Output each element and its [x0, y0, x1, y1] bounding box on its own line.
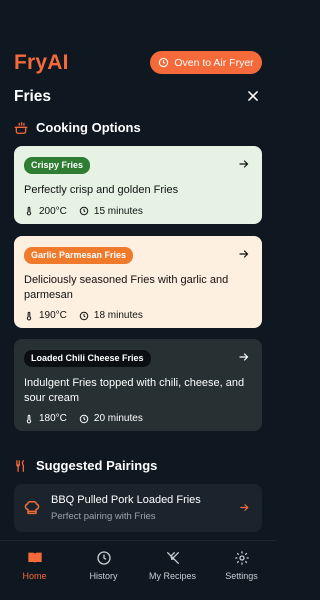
nav-item-settings[interactable]: Settings [207, 541, 276, 600]
pairing-subtitle: Perfect pairing with Fries [51, 511, 156, 522]
cooking-option-card[interactable]: Loaded Chili Cheese Fries Indulgent Frie… [14, 339, 262, 431]
option-badge: Crispy Fries [24, 157, 91, 174]
gear-icon [234, 551, 249, 565]
option-badge: Loaded Chili Cheese Fries [24, 350, 151, 367]
suggested-pairings-title: Suggested Pairings [36, 458, 158, 473]
nav-label: History [89, 571, 118, 581]
option-badge: Garlic Parmesan Fries [24, 247, 134, 264]
nav-label: Home [22, 571, 47, 581]
nav-item-history[interactable]: History [69, 541, 138, 600]
nav-item-my-recipes[interactable]: My Recipes [138, 541, 207, 600]
timer-icon [159, 57, 169, 68]
chef-hat-icon [24, 500, 40, 515]
utensils-crossed-icon [166, 552, 179, 564]
option-temperature: 200°C [39, 205, 67, 217]
arrow-right-icon [239, 160, 249, 168]
arrow-right-icon [240, 504, 249, 511]
cooking-option-card[interactable]: Crispy Fries Perfectly crisp and golden … [14, 146, 262, 224]
nav-label: My Recipes [148, 571, 196, 581]
option-time: 18 minutes [93, 310, 143, 321]
pairing-card[interactable]: BBQ Pulled Pork Loaded Fries Perfect pai… [14, 484, 262, 532]
close-icon[interactable] [246, 89, 260, 103]
option-description: Perfectly crisp and golden Fries [24, 184, 179, 196]
option-meta: 180°C 20 minutes [24, 413, 252, 424]
app-brand: FryAI [14, 51, 69, 74]
page-title: Fries [14, 88, 52, 105]
thermometer-icon [26, 206, 32, 216]
option-meta: 200°C 15 minutes [24, 206, 252, 217]
nav-label: Settings [225, 571, 258, 581]
option-meta: 190°C 18 minutes [24, 310, 252, 321]
clock-icon [96, 551, 111, 565]
utensils-icon [16, 459, 24, 472]
option-temperature: 190°C [39, 310, 67, 321]
thermometer-icon [26, 311, 32, 320]
clock-icon [79, 311, 89, 320]
option-time: 20 minutes [93, 413, 143, 424]
cooking-options-header: Cooking Options [14, 120, 141, 135]
option-temperature: 180°C [39, 413, 67, 424]
clock-icon [79, 414, 89, 423]
bottom-nav: Home History My Recipes Settings [0, 540, 276, 600]
arrow-right-icon [239, 353, 249, 361]
thermometer-icon [26, 414, 32, 423]
book-icon [27, 552, 42, 564]
suggested-pairings-header: Suggested Pairings [14, 458, 157, 473]
option-time: 15 minutes [93, 205, 143, 217]
cooking-pot-icon [14, 121, 28, 134]
nav-item-home[interactable]: Home [0, 541, 69, 600]
cooking-options-title: Cooking Options [36, 120, 141, 135]
option-description: Deliciously seasoned Fries with garlic a… [24, 274, 229, 301]
pairing-title: BBQ Pulled Pork Loaded Fries [51, 494, 201, 506]
oven-to-air-fryer-button[interactable]: Oven to Air Fryer [150, 51, 262, 74]
arrow-right-icon [239, 250, 249, 258]
oven-button-label: Oven to Air Fryer [174, 56, 254, 69]
cooking-option-card[interactable]: Garlic Parmesan Fries Deliciously season… [14, 236, 262, 328]
app-screen: FryAI Oven to Air Fryer Fries Cooking Op… [0, 0, 276, 600]
clock-icon [79, 206, 89, 216]
option-description: Indulgent Fries topped with chili, chees… [24, 377, 245, 404]
